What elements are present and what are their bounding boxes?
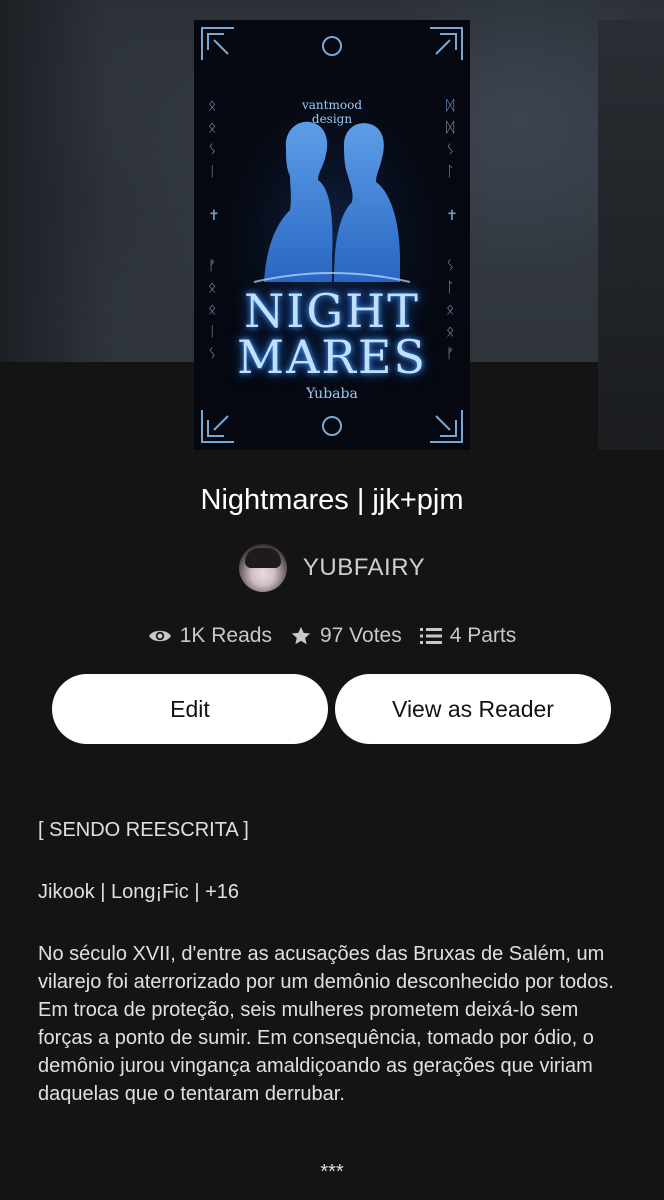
cover-title-line2: MARES xyxy=(236,330,428,384)
cover-title-line1: NIGHT xyxy=(244,284,420,338)
story-cover[interactable]: ᛟᛟᛊᛁ ✝ ᚠ ᛟ ᛟ ᛁ ᛊ ᛞᛞᛊᛚ ✝ ᛊ ᛚ ᛟ ᛟ ᚠ vantmood design … xyxy=(194,20,470,450)
author-name[interactable]: YUBFAIRY xyxy=(303,554,425,582)
svg-text:ᛊ: ᛊ xyxy=(446,258,454,274)
author-avatar[interactable] xyxy=(238,544,287,592)
cover-design-credit-line2: design xyxy=(311,112,353,126)
svg-text:✝: ✝ xyxy=(208,208,220,224)
story-stats: 1K Reads 97 Votes 4 Parts xyxy=(0,620,664,652)
parts-stat[interactable]: 4 Parts xyxy=(419,624,517,648)
votes-count: 97 Votes xyxy=(319,624,402,647)
svg-text:✝: ✝ xyxy=(446,208,458,224)
list-icon xyxy=(419,628,442,644)
description-status: [ SENDO REESCRITA ] xyxy=(38,819,249,841)
author-row[interactable]: YUBFAIRY xyxy=(0,544,664,592)
story-title: Nightmares | jjk+pjm xyxy=(200,484,464,516)
reads-stat: 1K Reads xyxy=(148,624,272,648)
cover-design-credit: vantmood design xyxy=(194,98,470,126)
svg-text:ᛚ: ᛚ xyxy=(446,164,454,180)
edit-button[interactable]: Edit xyxy=(52,674,328,744)
cover-author: Yubaba xyxy=(306,386,358,402)
svg-text:ᛁ: ᛁ xyxy=(208,164,216,180)
description-separator: *** xyxy=(320,1161,344,1183)
votes-stat: 97 Votes xyxy=(290,624,402,648)
description-synopsis: No século XVII, d'entre as acusações das… xyxy=(38,943,614,1105)
reads-count: 1K Reads xyxy=(179,624,272,647)
parts-count[interactable]: 4 Parts xyxy=(450,624,517,648)
description-tags: Jikook | Long¡Fic | +16 xyxy=(38,881,240,903)
eye-icon xyxy=(148,630,171,642)
star-icon xyxy=(291,626,311,645)
adjacent-cover-peek[interactable] xyxy=(598,20,664,450)
view-as-reader-button[interactable]: View as Reader xyxy=(335,674,611,744)
svg-text:ᚠ: ᚠ xyxy=(208,258,216,274)
svg-text:ᛊ: ᛊ xyxy=(446,142,454,158)
svg-text:ᛊ: ᛊ xyxy=(208,142,216,158)
cover-design-credit-line1: vantmood xyxy=(302,98,362,112)
